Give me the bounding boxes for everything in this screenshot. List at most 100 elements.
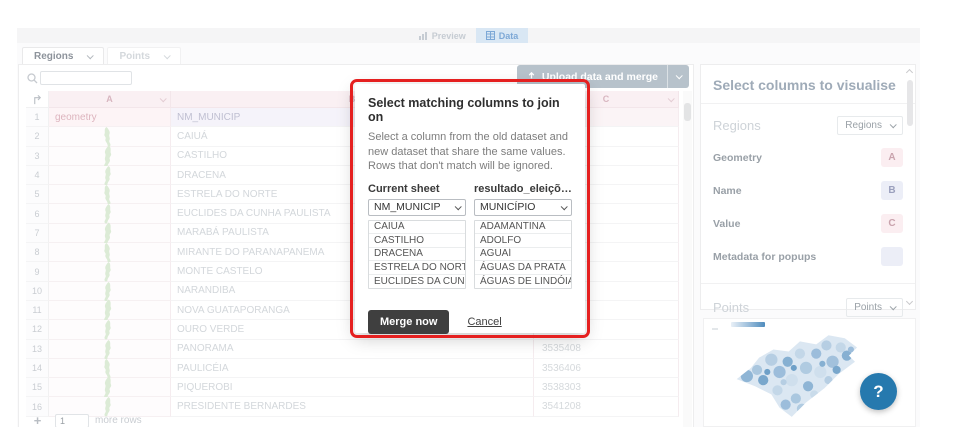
cancel-link[interactable]: Cancel bbox=[467, 316, 501, 328]
sheet-tab-regions[interactable]: Regions bbox=[22, 47, 104, 65]
binding-label: Name bbox=[713, 185, 742, 197]
row-number-cell[interactable]: 14 bbox=[26, 359, 49, 378]
geometry-cell[interactable] bbox=[49, 359, 171, 378]
help-button[interactable]: ? bbox=[860, 373, 897, 410]
sheet-tab-points[interactable]: Points bbox=[107, 47, 181, 65]
column-badge[interactable] bbox=[881, 247, 903, 266]
table-corner-cell[interactable] bbox=[26, 91, 49, 108]
current-sheet-column-select[interactable]: NM_MUNICIP bbox=[368, 199, 466, 216]
tab-preview[interactable]: Preview bbox=[409, 28, 476, 43]
new-dataset-column-select[interactable]: MUNICÍPIO bbox=[474, 199, 572, 216]
list-item[interactable]: AGUAÍ bbox=[475, 248, 571, 262]
list-item[interactable]: ÁGUAS DA PRATA bbox=[475, 261, 571, 275]
row-number-cell[interactable]: 13 bbox=[26, 340, 49, 359]
table-row[interactable]: 13 PANORAMA 3535408 bbox=[26, 340, 679, 359]
geometry-cell[interactable] bbox=[49, 340, 171, 359]
list-item[interactable]: CAIUÁ bbox=[369, 221, 465, 235]
list-item[interactable]: CASTILHO bbox=[369, 234, 465, 248]
upload-icon bbox=[526, 71, 537, 82]
column-badge[interactable]: C bbox=[881, 214, 903, 233]
chevron-down-icon bbox=[676, 72, 683, 79]
geometry-cell[interactable] bbox=[49, 262, 171, 281]
row-number-cell[interactable]: 11 bbox=[26, 301, 49, 320]
panel-scrollbar[interactable] bbox=[905, 66, 915, 308]
name-cell[interactable]: PAULICÉIA bbox=[171, 359, 534, 378]
row-number-cell[interactable]: 5 bbox=[26, 185, 49, 204]
column-c-label: C bbox=[603, 94, 610, 104]
list-item[interactable]: ESTRELA DO NORTE bbox=[369, 261, 465, 275]
scroll-up-icon[interactable] bbox=[906, 69, 913, 76]
geometry-cell[interactable]: geometry bbox=[49, 108, 171, 127]
value-cell[interactable]: 3535408 bbox=[534, 340, 679, 359]
row-number-cell[interactable]: 7 bbox=[26, 224, 49, 243]
chevron-down-icon bbox=[668, 95, 675, 102]
name-cell[interactable]: PANORAMA bbox=[171, 340, 534, 359]
geometry-cell[interactable] bbox=[49, 243, 171, 262]
table-grid-icon bbox=[486, 31, 495, 40]
row-number-cell[interactable]: 4 bbox=[26, 166, 49, 185]
value-cell[interactable]: 3536406 bbox=[534, 359, 679, 378]
row-number-cell[interactable]: 15 bbox=[26, 378, 49, 397]
column-badge[interactable]: B bbox=[881, 181, 903, 200]
list-item[interactable]: ADAMANTINA bbox=[475, 221, 571, 235]
column-header-a[interactable]: A bbox=[49, 91, 171, 108]
municipality-shape-icon bbox=[98, 222, 118, 245]
geometry-cell[interactable] bbox=[49, 301, 171, 320]
table-row[interactable]: 15 PIQUEROBI 3538303 bbox=[26, 378, 679, 397]
panel-scrollbar-thumb[interactable] bbox=[907, 80, 913, 126]
municipality-shape-icon bbox=[99, 127, 116, 147]
row-number-cell[interactable]: 6 bbox=[26, 204, 49, 223]
list-item[interactable]: ADOLFO bbox=[475, 234, 571, 248]
regions-sheet-selector[interactable]: Regions bbox=[837, 116, 903, 135]
geometry-cell[interactable] bbox=[49, 282, 171, 301]
column-binding-row: Name B bbox=[713, 174, 903, 207]
geometry-cell[interactable] bbox=[49, 185, 171, 204]
geometry-cell[interactable] bbox=[49, 224, 171, 243]
table-scrollbar[interactable] bbox=[683, 91, 692, 427]
current-sheet-label: Current sheet bbox=[368, 183, 466, 195]
points-sheet-selector[interactable]: Points bbox=[846, 298, 903, 317]
geometry-cell[interactable] bbox=[49, 166, 171, 185]
geometry-cell[interactable] bbox=[49, 127, 171, 146]
geometry-cell[interactable] bbox=[49, 204, 171, 223]
row-number-cell[interactable]: 8 bbox=[26, 243, 49, 262]
sheet-tab-regions-label: Regions bbox=[34, 51, 73, 62]
column-binding-row: Metadata for popups bbox=[713, 240, 903, 273]
row-number-cell[interactable]: 10 bbox=[26, 282, 49, 301]
regions-section-title: Regions bbox=[713, 118, 761, 133]
merge-now-button[interactable]: Merge now bbox=[368, 310, 449, 334]
row-number-cell[interactable]: 3 bbox=[26, 147, 49, 166]
add-rows-count-input[interactable] bbox=[55, 414, 89, 427]
search-input[interactable] bbox=[40, 71, 132, 85]
chevron-down-icon bbox=[87, 52, 94, 59]
upload-button-main[interactable]: Upload data and merge bbox=[517, 71, 667, 83]
add-rows-label: more rows bbox=[95, 415, 142, 426]
row-number-cell[interactable]: 12 bbox=[26, 320, 49, 339]
add-rows-bar: + more rows bbox=[26, 413, 679, 427]
add-rows-button[interactable]: + bbox=[26, 414, 49, 427]
table-row[interactable]: 14 PAULICÉIA 3536406 bbox=[26, 359, 679, 378]
municipality-shape-icon bbox=[99, 262, 116, 282]
help-button-label: ? bbox=[873, 382, 883, 402]
row-number-cell[interactable]: 2 bbox=[26, 127, 49, 146]
row-number-cell[interactable]: 1 bbox=[26, 108, 49, 127]
value-cell[interactable]: 3538303 bbox=[534, 378, 679, 397]
upload-options-toggle[interactable] bbox=[667, 65, 689, 88]
name-cell[interactable]: PIQUEROBI bbox=[171, 378, 534, 397]
list-item[interactable]: ÁGUAS DE LINDÓIA bbox=[475, 275, 571, 289]
column-badge[interactable]: A bbox=[881, 148, 903, 167]
scroll-down-icon[interactable] bbox=[906, 298, 913, 305]
map-legend-tick bbox=[712, 328, 718, 330]
row-number-cell[interactable]: 9 bbox=[26, 262, 49, 281]
tab-data-label: Data bbox=[499, 31, 519, 41]
geometry-cell[interactable] bbox=[49, 378, 171, 397]
list-item[interactable]: DRACENA bbox=[369, 248, 465, 262]
table-scrollbar-thumb[interactable] bbox=[684, 103, 691, 121]
tab-data[interactable]: Data bbox=[476, 28, 529, 43]
geometry-cell[interactable] bbox=[49, 320, 171, 339]
sao-paulo-choropleth-map[interactable] bbox=[724, 323, 884, 425]
column-binding-row: Value C bbox=[713, 207, 903, 240]
new-dataset-values-list: ADAMANTINAADOLFOAGUAÍÁGUAS DA PRATAÁGUAS… bbox=[474, 220, 572, 290]
list-item[interactable]: EUCLIDES DA CUNHA … bbox=[369, 275, 465, 289]
geometry-cell[interactable] bbox=[49, 147, 171, 166]
